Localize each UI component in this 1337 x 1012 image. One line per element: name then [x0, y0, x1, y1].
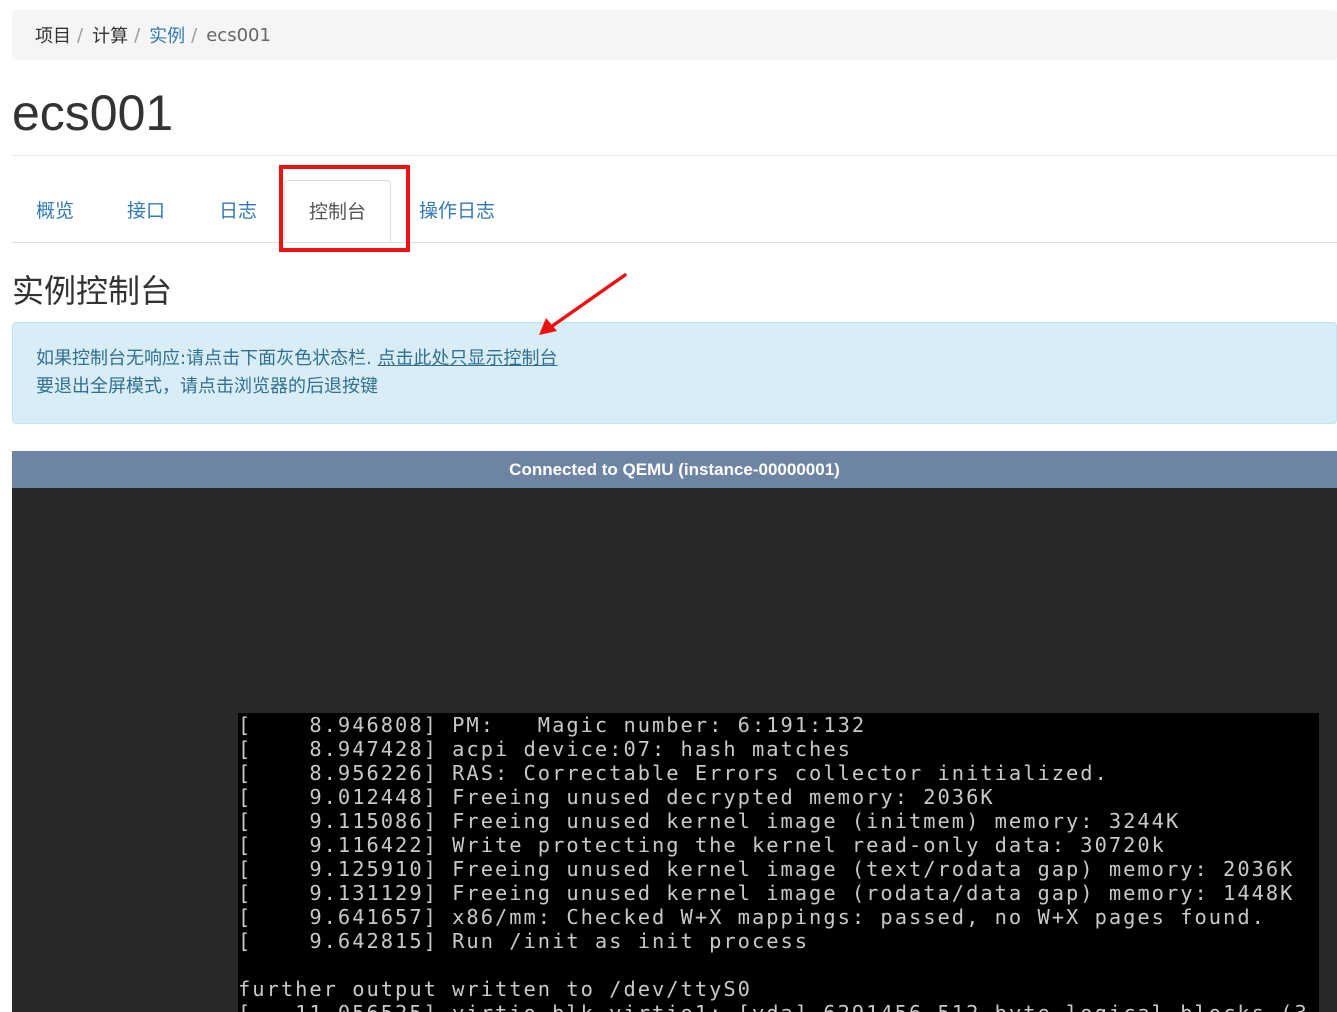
annotation-arrow-icon: [539, 273, 627, 335]
breadcrumb-item-current: ecs001: [206, 24, 271, 46]
section-title: 实例控制台: [12, 272, 173, 310]
alert-text-fullscreen: 要退出全屏模式，请点击浏览器的后退按键: [36, 376, 378, 397]
breadcrumb-item-project[interactable]: 项目: [35, 22, 71, 48]
terminal-line: [ 9.012448] Freeing unused decrypted mem…: [238, 785, 995, 809]
alert-line-1: 如果控制台无响应:请点击下面灰色状态栏. 点击此处只显示控制台: [36, 345, 1336, 373]
tab-interfaces[interactable]: 接口: [127, 180, 165, 242]
breadcrumb: 项目 / 计算 / 实例 / ecs001: [12, 10, 1337, 60]
tab-log[interactable]: 日志: [219, 180, 257, 242]
info-alert: 如果控制台无响应:请点击下面灰色状态栏. 点击此处只显示控制台 要退出全屏模式，…: [12, 322, 1337, 424]
terminal-line: further output written to /dev/ttyS0: [238, 977, 752, 1001]
breadcrumb-item-compute[interactable]: 计算: [92, 22, 128, 48]
terminal-line: [ 9.642815] Run /init as init process: [238, 929, 810, 953]
breadcrumb-separator: /: [134, 24, 141, 46]
terminal-line: [ 9.641657] x86/mm: Checked W+X mappings…: [238, 905, 1266, 929]
alert-text: 如果控制台无响应:请点击下面灰色状态栏.: [36, 348, 378, 369]
console-only-link[interactable]: 点击此处只显示控制台: [378, 348, 558, 369]
vnc-status-bar[interactable]: Connected to QEMU (instance-00000001): [12, 451, 1337, 488]
terminal-line: [ 9.125910] Freeing unused kernel image …: [238, 857, 1295, 881]
vnc-console-area[interactable]: [ 8.946808] PM: Magic number: 6:191:132 …: [12, 488, 1337, 1012]
terminal-line: [ 8.946808] PM: Magic number: 6:191:132: [238, 713, 867, 737]
vnc-screen[interactable]: [ 8.946808] PM: Magic number: 6:191:132 …: [238, 713, 1319, 1012]
tab-overview[interactable]: 概览: [36, 180, 74, 242]
tab-bar: 概览 接口 日志 控制台 操作日志: [12, 180, 1337, 243]
terminal-line: [ 9.116422] Write protecting the kernel …: [238, 833, 1166, 857]
page-title: ecs001: [12, 85, 174, 141]
terminal-line: [ 8.956226] RAS: Correctable Errors coll…: [238, 761, 1109, 785]
title-divider: [12, 155, 1337, 156]
breadcrumb-item-instances[interactable]: 实例: [149, 22, 185, 48]
tab-console[interactable]: 控制台: [284, 180, 391, 242]
breadcrumb-separator: /: [77, 24, 84, 46]
terminal-line: [ 8.947428] acpi device:07: hash matches: [238, 737, 852, 761]
tab-action-log[interactable]: 操作日志: [419, 180, 495, 242]
terminal-line: [ 9.131129] Freeing unused kernel image …: [238, 881, 1295, 905]
breadcrumb-separator: /: [191, 24, 198, 46]
terminal-line: [ 11.056525] virtio_blk virtio1: [vda] 6…: [238, 1001, 1319, 1012]
terminal-line: [ 9.115086] Freeing unused kernel image …: [238, 809, 1181, 833]
